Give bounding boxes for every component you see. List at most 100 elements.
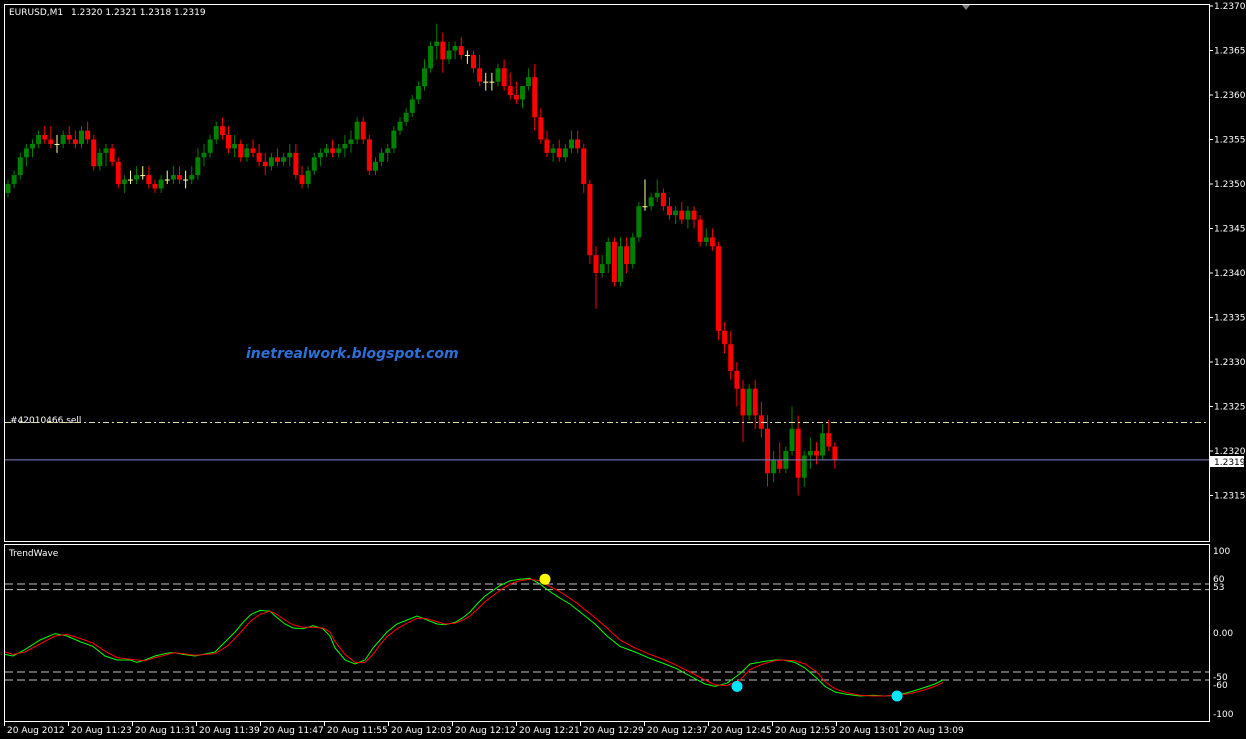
candle-body — [238, 143, 244, 158]
candle-body — [648, 197, 654, 207]
candle-body — [752, 388, 758, 416]
price-tick-label: 1.2355 — [1214, 136, 1246, 146]
candle-body — [513, 95, 519, 100]
candle-body — [642, 206, 648, 208]
candle-body — [556, 148, 562, 158]
time-tick-label: 20 Aug 13:09 — [903, 726, 964, 736]
candle-body — [777, 459, 783, 469]
candle-body — [415, 86, 421, 100]
candle-body — [219, 126, 225, 136]
price-tick-label: 1.2345 — [1214, 225, 1246, 235]
candle-body — [618, 246, 623, 282]
candle-body — [489, 81, 495, 83]
candle-body — [134, 175, 140, 180]
candle-body — [532, 77, 538, 118]
time-tick-label: 20 Aug 12:12 — [455, 726, 516, 736]
candle-body — [195, 157, 201, 176]
candle-body — [250, 148, 256, 153]
candle-body — [330, 148, 336, 153]
candle-body — [458, 46, 464, 55]
candle-body — [440, 41, 446, 60]
candle-body — [115, 161, 121, 184]
candle-body — [771, 459, 777, 474]
indicator-label-100: 100 — [1213, 547, 1230, 557]
candle-body — [299, 175, 305, 184]
candle-body — [428, 46, 434, 69]
candle-body — [807, 451, 813, 456]
candle-body — [605, 241, 611, 265]
trendwave-fast-line — [4, 577, 944, 697]
price-tick-label: 1.2370 — [1214, 2, 1246, 12]
candle-body — [360, 121, 366, 140]
candle-body — [495, 68, 501, 82]
candle-body — [740, 388, 746, 416]
candle-body — [213, 126, 219, 140]
candle-body — [734, 370, 740, 389]
price-tick-label: 1.2365 — [1214, 47, 1246, 57]
candle-body — [183, 179, 189, 181]
price-tick-label: 1.2325 — [1214, 403, 1246, 413]
candle-body — [109, 148, 115, 162]
candle-body — [189, 175, 195, 180]
trendwave-signal-dot — [539, 573, 551, 585]
candle-body — [403, 112, 409, 122]
candle-body — [66, 135, 72, 140]
candle-body — [97, 152, 103, 167]
candle-body — [244, 148, 250, 158]
candle-body — [593, 255, 599, 273]
price-tick-label: 1.2330 — [1214, 358, 1246, 368]
time-tick-label: 20 Aug 12:21 — [519, 726, 580, 736]
candlestick-series — [5, 23, 838, 496]
time-tick-label: 20 Aug 11:31 — [135, 726, 196, 736]
chart-shift-icon[interactable] — [962, 5, 970, 10]
candle-body — [311, 157, 317, 171]
candle-body — [5, 184, 11, 193]
candle-body — [697, 219, 703, 242]
trading-chart[interactable]: EURUSD,M1 1.2320 1.2321 1.2318 1.2319 in… — [0, 0, 1246, 739]
candle-body — [452, 46, 458, 51]
candle-body — [691, 210, 697, 220]
candle-body — [667, 206, 672, 216]
candle-body — [679, 210, 685, 220]
candle-body — [268, 157, 274, 167]
candle-body — [354, 121, 360, 140]
candle-body — [636, 206, 642, 238]
candle-body — [477, 68, 483, 82]
candle-body — [60, 135, 66, 144]
candle-body — [703, 237, 709, 242]
candle-body — [54, 143, 60, 145]
time-axis: 20 Aug 2012 20 Aug 11:23 20 Aug 11:31 20 Au… — [4, 722, 964, 736]
candle-body — [336, 148, 342, 153]
candle-body — [709, 237, 715, 247]
price-tick-label: 1.2360 — [1214, 91, 1246, 101]
candle-body — [507, 86, 513, 95]
trendwave-slow-line — [4, 578, 944, 697]
candle-body — [611, 241, 617, 282]
candle-body — [569, 139, 574, 149]
time-tick-label: 20 Aug 12:03 — [391, 726, 452, 736]
time-tick-label: 20 Aug 12:45 — [711, 726, 772, 736]
candle-body — [293, 152, 299, 176]
candle-body — [526, 77, 532, 87]
candle-body — [366, 139, 372, 171]
candle-body — [201, 152, 207, 158]
candle-body — [409, 99, 415, 113]
indicator-label-0: 0.00 — [1213, 629, 1233, 639]
candle-body — [820, 433, 826, 456]
time-tick-label: 20 Aug 12:37 — [647, 726, 708, 736]
time-tick-label: 20 Aug 12:53 — [775, 726, 836, 736]
price-axis: 1.2315 1.2320 1.2325 1.2330 1.2335 1.2340 1.23… — [1209, 2, 1246, 502]
candle-body — [121, 179, 127, 184]
candle-body — [832, 446, 838, 460]
candle-body — [483, 81, 489, 83]
candle-body — [146, 175, 152, 184]
candle-body — [722, 330, 728, 345]
candle-body — [48, 139, 54, 144]
candle-body — [716, 246, 721, 331]
time-tick-label: 20 Aug 11:23 — [71, 726, 132, 736]
candle-body — [11, 175, 17, 184]
indicator-label-minus100: -100 — [1213, 710, 1234, 720]
candle-body — [795, 428, 801, 478]
candle-body — [746, 388, 752, 416]
indicator-frame — [4, 544, 1210, 722]
